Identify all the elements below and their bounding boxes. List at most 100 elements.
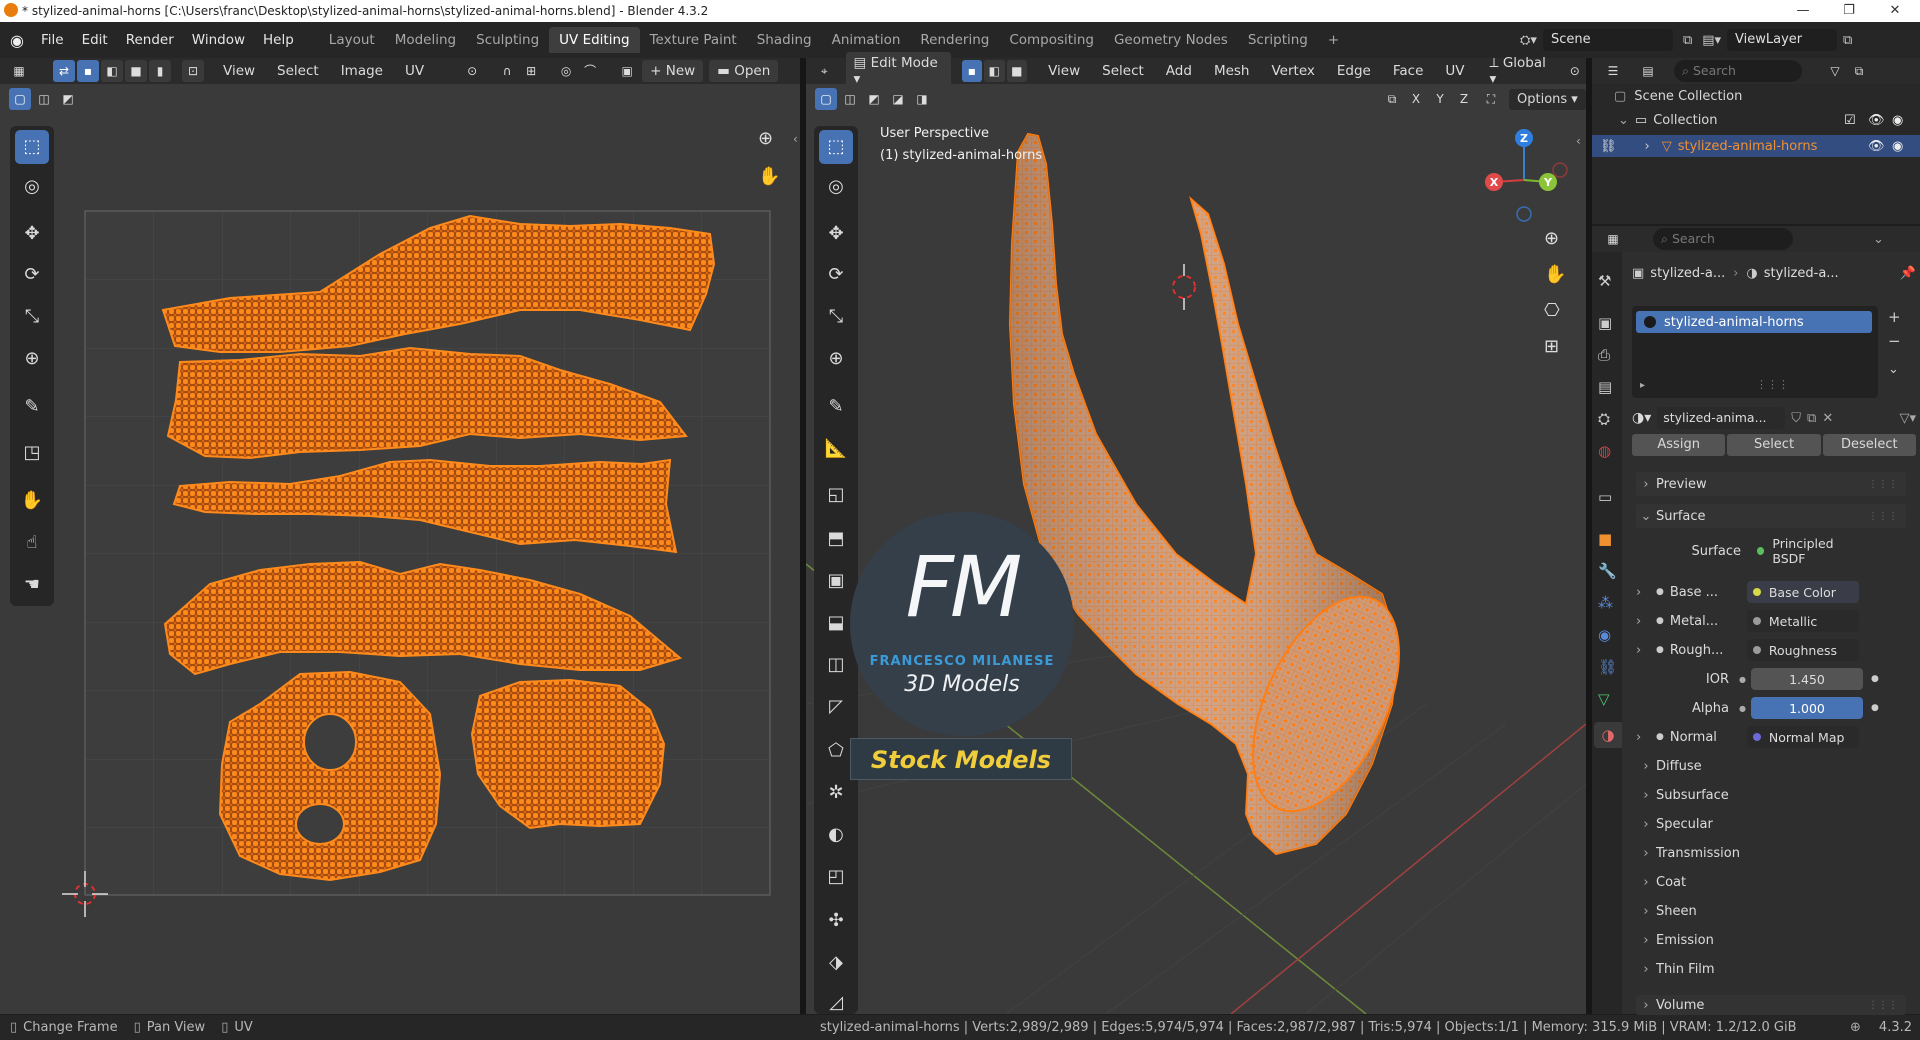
base-color-expand-icon[interactable]: ›: [1636, 585, 1656, 600]
menu-file[interactable]: File: [32, 32, 73, 48]
slot-list-resize-icon[interactable]: ⋮⋮⋮: [1756, 378, 1789, 391]
viewport-menu-view[interactable]: View: [1040, 60, 1088, 82]
ior-field[interactable]: 1.450: [1751, 668, 1863, 690]
viewport-pan-icon[interactable]: ✋: [1544, 264, 1566, 285]
vp-move-tool[interactable]: ✥: [819, 217, 853, 251]
object-expand-icon[interactable]: ›: [1645, 139, 1650, 154]
alpha-field[interactable]: 1.000: [1751, 697, 1863, 719]
metallic-expand-icon[interactable]: ›: [1636, 614, 1656, 629]
collection-row[interactable]: ⌄ ▭ Collection ☑ 👁 ◉: [1618, 113, 1918, 128]
inset-tool[interactable]: ▣: [819, 564, 853, 598]
object-row[interactable]: ⛓ › ▽ stylized-animal-horns 👁 ◉: [1592, 135, 1920, 157]
viewport-menu-select[interactable]: Select: [1094, 60, 1152, 82]
island-select-icon[interactable]: ▮: [149, 60, 171, 82]
navigation-gizmo[interactable]: Z X Y: [1476, 124, 1576, 234]
sync-selection-icon[interactable]: ⇄: [53, 60, 75, 82]
viewport-menu-edge[interactable]: Edge: [1329, 60, 1379, 82]
tool-tab-icon[interactable]: ⚒: [1598, 272, 1611, 290]
uv-canvas[interactable]: [0, 84, 800, 1014]
normal-expand-icon[interactable]: ›: [1636, 730, 1656, 745]
alpha-keyframe-icon[interactable]: ●: [1871, 703, 1879, 713]
blender-menu-icon[interactable]: ◉: [10, 31, 24, 50]
3d-cursor[interactable]: [1172, 264, 1196, 310]
new-image-button[interactable]: + New: [642, 60, 704, 82]
perspective-toggle-icon[interactable]: ⊞: [1544, 336, 1559, 357]
viewport-menu-mesh[interactable]: Mesh: [1206, 60, 1258, 82]
sheen-section[interactable]: › Sheen: [1636, 899, 1906, 923]
tab-geometry-nodes[interactable]: Geometry Nodes: [1104, 27, 1238, 53]
slot-specials-icon[interactable]: ⌄: [1888, 362, 1899, 377]
object-visibility-icon[interactable]: 👁: [1868, 139, 1885, 154]
edge-mode-icon[interactable]: ◧: [984, 60, 1005, 82]
new-collection-icon[interactable]: ⧉: [1848, 60, 1870, 82]
assign-button[interactable]: Assign: [1632, 434, 1726, 456]
collection-render-icon[interactable]: ◉: [1892, 113, 1903, 128]
falloff-icon[interactable]: ⌒: [579, 60, 601, 82]
extrude-tool[interactable]: ⬒: [819, 522, 853, 556]
display-mode-icon[interactable]: ▤: [1637, 60, 1659, 82]
roughness-field[interactable]: Roughness: [1746, 639, 1859, 661]
properties-options-icon[interactable]: ⌄: [1873, 232, 1884, 247]
material-name-field[interactable]: stylized-anima...: [1657, 407, 1786, 429]
vp-scale-tool[interactable]: ⤡: [819, 300, 853, 334]
viewport-sidebar-toggle-icon[interactable]: ‹: [1576, 134, 1581, 148]
collection-expand-icon[interactable]: ⌄: [1618, 113, 1629, 128]
preview-drag-icon[interactable]: ⋮⋮⋮: [1868, 479, 1898, 490]
metallic-field[interactable]: Metallic: [1746, 610, 1859, 632]
base-color-field[interactable]: Base Color: [1746, 581, 1859, 603]
vertex-mode-icon[interactable]: ▪: [961, 60, 983, 82]
menu-help[interactable]: Help: [254, 32, 303, 48]
surface-panel-header[interactable]: ⌄ Surface ⋮⋮⋮: [1636, 504, 1906, 528]
viewport-editor-type-icon[interactable]: ⌖: [814, 60, 835, 82]
smooth-tool[interactable]: ◐: [819, 818, 853, 852]
remove-slot-icon[interactable]: −: [1888, 332, 1901, 350]
vp-select-box-tool[interactable]: ⬚: [819, 130, 853, 164]
vp-transform-tool[interactable]: ⊕: [819, 342, 853, 376]
modifier-tab-icon[interactable]: 🔧: [1598, 562, 1617, 580]
menu-window[interactable]: Window: [183, 32, 254, 48]
tab-sculpting[interactable]: Sculpting: [466, 27, 549, 53]
properties-search[interactable]: ⌕ Search: [1653, 228, 1793, 250]
camera-view-icon[interactable]: ⎔: [1544, 300, 1560, 321]
preview-panel-header[interactable]: › Preview ⋮⋮⋮: [1636, 472, 1906, 496]
data-tab-icon[interactable]: ▽: [1598, 690, 1610, 708]
object-tab-icon[interactable]: ■: [1598, 530, 1612, 548]
vp-cursor-tool[interactable]: ◎: [819, 170, 853, 204]
slot-list-expand-icon[interactable]: ▸: [1640, 380, 1645, 391]
thin-film-section[interactable]: › Thin Film: [1636, 957, 1906, 981]
collection-visibility-icon[interactable]: 👁: [1868, 113, 1885, 128]
tab-modeling[interactable]: Modeling: [385, 27, 466, 53]
scene-icon[interactable]: ⛭▾: [1520, 33, 1537, 48]
specular-section[interactable]: › Specular: [1636, 812, 1906, 836]
subsurface-section[interactable]: › Subsurface: [1636, 783, 1906, 807]
outliner-editor-icon[interactable]: ☰: [1602, 60, 1624, 82]
vp-measure-tool[interactable]: 📐: [819, 432, 853, 466]
minimize-button[interactable]: —: [1780, 0, 1826, 22]
constraints-tab-icon[interactable]: ⛓: [1598, 658, 1617, 676]
view-layer-icon[interactable]: ▤▾: [1702, 33, 1721, 48]
tab-rendering[interactable]: Rendering: [910, 27, 999, 53]
fake-user-icon[interactable]: ⛉: [1791, 411, 1801, 426]
maximize-button[interactable]: ❐: [1826, 0, 1872, 22]
volume-drag-icon[interactable]: ⋮⋮⋮: [1868, 1000, 1898, 1011]
viewport-zoom-icon[interactable]: ⊕: [1544, 228, 1559, 249]
outliner-filter-icon[interactable]: ▽: [1824, 60, 1846, 82]
collection-tab-icon[interactable]: ▭: [1598, 488, 1612, 506]
add-slot-icon[interactable]: +: [1888, 308, 1901, 326]
volume-panel-header[interactable]: › Volume ⋮⋮⋮: [1636, 995, 1906, 1015]
deselect-button[interactable]: Deselect: [1822, 434, 1916, 456]
properties-editor-icon[interactable]: ▦: [1602, 228, 1624, 250]
object-render-icon[interactable]: ◉: [1892, 139, 1903, 154]
image-browse-icon[interactable]: ▣: [616, 60, 638, 82]
new-scene-icon[interactable]: ⧉: [1683, 33, 1692, 48]
vp-annotate-tool[interactable]: ✎: [819, 390, 853, 424]
render-tab-icon[interactable]: ▣: [1598, 314, 1612, 332]
snap-target-icon[interactable]: ⊞: [520, 60, 542, 82]
face-mode-icon[interactable]: ■: [1006, 60, 1028, 82]
scene-collection-row[interactable]: ▢ Scene Collection: [1614, 89, 1742, 104]
edge-select-icon[interactable]: ◧: [101, 60, 123, 82]
vertex-select-icon[interactable]: ▪: [77, 60, 99, 82]
pivot-point-icon[interactable]: ⊙: [1564, 60, 1585, 82]
emission-section[interactable]: › Emission: [1636, 928, 1906, 952]
tab-animation[interactable]: Animation: [822, 27, 911, 53]
